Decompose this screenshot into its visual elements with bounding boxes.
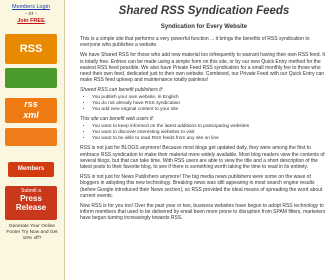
intro-paragraph: This is a simple site that performs a ve… (80, 36, 310, 49)
list-item: You add new original content to your sit… (92, 107, 328, 113)
rss-xml-logo-line2: xml (23, 110, 39, 120)
web-users-list: You want to keep informed on the latest … (80, 124, 328, 142)
shared-benefits-header: Shared RSS can benefit publishers if: (80, 87, 164, 94)
shared-rss-paragraph: We have Shared RSS for those who add new… (80, 52, 326, 84)
blogs-paragraph: RSS is not just for BLOGS anymore! Becau… (80, 145, 325, 171)
login-separator: - or - (25, 11, 37, 17)
list-item: You want to be able to read RSS feeds fr… (92, 136, 328, 142)
members-button[interactable]: Members (8, 162, 54, 177)
main-content: Shared RSS Syndication Feeds Syndication… (80, 4, 328, 226)
page-title: Shared RSS Syndication Feeds (118, 5, 290, 17)
news-paragraph: RSS is not just for News Publishers anym… (80, 174, 323, 199)
rss-xml-logo-line1: rss (24, 99, 38, 109)
green-banner[interactable] (5, 68, 57, 88)
submit-small-label: Submit a (21, 188, 41, 194)
sidebar-notes: Generate Your Online Footer Try Now and … (6, 224, 58, 241)
members-login-link[interactable]: Members Login (4, 4, 58, 11)
submit-press-release-button[interactable]: Submit a Press Release (5, 186, 57, 220)
shared-benefits-list: You publish your own website, in English… (80, 95, 328, 113)
page-subtitle: Syndication for Every Website (160, 24, 248, 30)
submit-big-label: Press Release (15, 194, 47, 212)
orange-banner[interactable] (5, 128, 57, 146)
rss-xml-logo[interactable]: rss xml (5, 98, 57, 123)
rss-for-you-paragraph: Now RSS is for you too! Over the past ye… (80, 203, 326, 222)
login-box: Members Login - or - Join FREE (4, 4, 58, 25)
web-users-header: This site can benefit web users if: (80, 116, 154, 123)
join-free-link[interactable]: Join FREE (4, 18, 58, 25)
sidebar: Members Login - or - Join FREE RSS rss x… (0, 0, 65, 280)
rss-logo-banner[interactable]: RSS (5, 34, 57, 64)
